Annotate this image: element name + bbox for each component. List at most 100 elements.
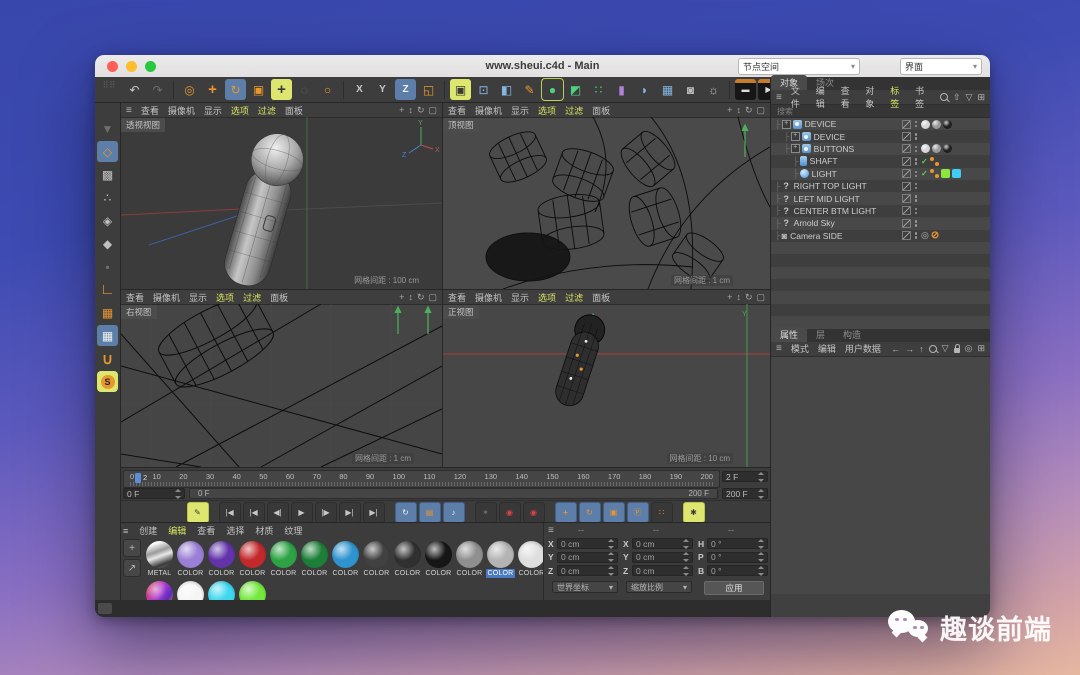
visibility-dots-icon[interactable] — [915, 158, 918, 165]
tree-row[interactable]: ├?RIGHT TOP LIGHT — [771, 180, 990, 192]
light-icon[interactable]: ☼ — [703, 79, 724, 100]
material-item[interactable]: COLOR — [517, 540, 543, 578]
keyframe-bar-icon[interactable]: ▤ — [419, 502, 441, 523]
tweak-mode-icon[interactable]: ▪ — [97, 256, 118, 277]
orbit-icon[interactable]: ↻ — [745, 105, 753, 116]
material-tag-icon[interactable] — [921, 144, 930, 153]
orbit-icon[interactable]: ↻ — [417, 105, 425, 116]
model-mode-icon[interactable]: ◇ — [97, 141, 118, 162]
tree-row[interactable]: ├LIGHT✓ — [771, 168, 990, 180]
primitive-cube-icon[interactable]: ◧ — [496, 79, 517, 100]
pan-icon[interactable]: + — [727, 292, 732, 303]
coordinate-space-select[interactable]: 世界坐标▾ — [552, 581, 618, 593]
coord-field[interactable]: 0 cm — [557, 552, 618, 563]
pen-spline-icon[interactable]: ✎ — [519, 79, 540, 100]
coord-field[interactable]: 0 cm — [557, 565, 618, 576]
key-parameter-icon[interactable]: Ⓟ — [627, 502, 649, 523]
menu-item-0[interactable]: 文件 — [791, 84, 807, 110]
menu-item-5[interactable]: 面板 — [592, 104, 610, 117]
add-panel-icon[interactable]: ⊞ — [977, 343, 985, 354]
enabled-check-icon[interactable]: ✓ — [921, 169, 928, 178]
menu-burger-icon[interactable]: ≡ — [126, 105, 132, 116]
tab-attributes[interactable]: 属性 — [771, 327, 807, 342]
timeline-end-field[interactable]: 200 F — [722, 488, 768, 499]
spinner-icon[interactable] — [757, 552, 764, 562]
toolbar-grip[interactable]: ⠿⠿ — [97, 81, 121, 99]
viewport-right[interactable]: 查看摄像机显示选项过滤面板+↕↻▢ 右视图 — [121, 290, 442, 467]
material-tag-icon[interactable] — [932, 120, 941, 129]
key-rotation-icon[interactable]: ↻ — [579, 502, 601, 523]
menu-item-0[interactable]: 模式 — [791, 342, 809, 355]
menu-item-3[interactable]: 选项 — [216, 291, 234, 304]
menu-item-5[interactable]: 书签 — [915, 84, 931, 110]
material-tag-icon[interactable] — [943, 120, 952, 129]
polygons-mode-icon[interactable]: ◆ — [97, 233, 118, 254]
viewport-perspective[interactable]: ≡查看摄像机显示选项过滤面板+↕↻▢ 透视视图 — [121, 103, 442, 289]
menu-item-4[interactable]: 过滤 — [243, 291, 261, 304]
menu-item-3[interactable]: 对象 — [865, 84, 881, 110]
visibility-dots-icon[interactable] — [915, 146, 918, 153]
menu-item-0[interactable]: 查看 — [126, 291, 144, 304]
live-selection-icon[interactable]: ◎ — [179, 79, 200, 100]
menu-item-4[interactable]: 过滤 — [565, 104, 583, 117]
key-pla-icon[interactable]: ∷ — [651, 502, 673, 523]
expander-icon[interactable]: + — [791, 132, 800, 141]
menu-item-4[interactable]: 材质 — [255, 524, 273, 537]
coord-field[interactable]: 0 cm — [632, 565, 693, 576]
simulation-tool-icon[interactable]: ◌ — [294, 79, 315, 100]
coordinates-menu-icon[interactable]: ≡ — [548, 525, 554, 536]
target-icon[interactable]: ◎ — [965, 343, 973, 354]
maximize-view-icon[interactable]: ▢ — [756, 292, 765, 303]
menu-item-1[interactable]: 摄像机 — [475, 104, 502, 117]
edit-toggle-icon[interactable] — [902, 182, 911, 191]
phong-tag-icon[interactable] — [930, 169, 939, 178]
pan-icon[interactable]: + — [399, 105, 404, 116]
keyframe-selection-icon[interactable]: ◉ — [523, 502, 545, 523]
move-tool-icon[interactable]: + — [202, 79, 223, 100]
phong-tag-icon[interactable] — [930, 157, 939, 166]
generator-icon[interactable]: ◩ — [565, 79, 586, 100]
coord-field[interactable]: 0 cm — [632, 538, 693, 549]
perspective-view-canvas[interactable]: Y Z X — [121, 117, 442, 289]
autokey-icon[interactable]: ◉ — [499, 502, 521, 523]
snap-settings-icon[interactable]: S — [97, 371, 118, 392]
coord-field[interactable]: 0 ° — [707, 538, 768, 549]
top-level-icon[interactable]: ⇧ — [953, 92, 961, 103]
spinner-icon[interactable] — [757, 539, 764, 549]
menu-item-1[interactable]: 摄像机 — [475, 291, 502, 304]
tree-row[interactable]: ├?CENTER BTM LIGHT — [771, 205, 990, 217]
edit-toggle-icon[interactable] — [902, 132, 911, 141]
orbit-icon[interactable]: ↻ — [417, 292, 425, 303]
filter-icon[interactable]: ▽ — [966, 92, 973, 103]
menu-item-4[interactable]: 过滤 — [565, 291, 583, 304]
lock-workplane-icon[interactable]: ▦ — [97, 325, 118, 346]
spline-primitive-icon[interactable]: ◗ — [634, 79, 655, 100]
next-key-icon[interactable]: ▶| — [339, 502, 361, 523]
menu-item-4[interactable]: 标签 — [890, 84, 906, 110]
material-item[interactable] — [238, 580, 267, 601]
edit-toggle-icon[interactable] — [902, 194, 911, 203]
goto-end-icon[interactable]: ▶| — [363, 502, 385, 523]
menu-item-0[interactable]: 查看 — [141, 104, 159, 117]
menu-burger-icon[interactable]: ≡ — [776, 92, 782, 103]
menu-item-1[interactable]: 编辑 — [816, 84, 832, 110]
visibility-dots-icon[interactable] — [915, 171, 918, 178]
dolly-icon[interactable]: ↕ — [408, 105, 413, 116]
scale-mode-select[interactable]: 缩放比例▾ — [626, 581, 692, 593]
edit-toggle-icon[interactable] — [902, 144, 911, 153]
menu-item-2[interactable]: 查看 — [197, 524, 215, 537]
redo-icon[interactable]: ↷ — [147, 79, 168, 100]
material-item[interactable]: COLOR — [176, 540, 205, 578]
deformer-icon[interactable]: ▮ — [611, 79, 632, 100]
forward-arrow-icon[interactable]: → — [905, 344, 914, 354]
viewport-top[interactable]: 查看摄像机显示选项过滤面板+↕↻▢ 顶视图 — [443, 103, 770, 289]
up-arrow-icon[interactable]: ↑ — [919, 344, 924, 354]
material-item[interactable]: COLOR — [393, 540, 422, 578]
prev-key-icon[interactable]: |◀ — [243, 502, 265, 523]
tab-structure[interactable]: 构造 — [834, 327, 870, 342]
material-item[interactable]: COLOR — [486, 540, 515, 578]
menu-item-3[interactable]: 选项 — [231, 104, 249, 117]
menu-item-5[interactable]: 面板 — [592, 291, 610, 304]
menu-burger-icon[interactable]: ≡ — [776, 343, 782, 354]
record-keyframe-icon[interactable]: ✎ — [187, 502, 209, 523]
